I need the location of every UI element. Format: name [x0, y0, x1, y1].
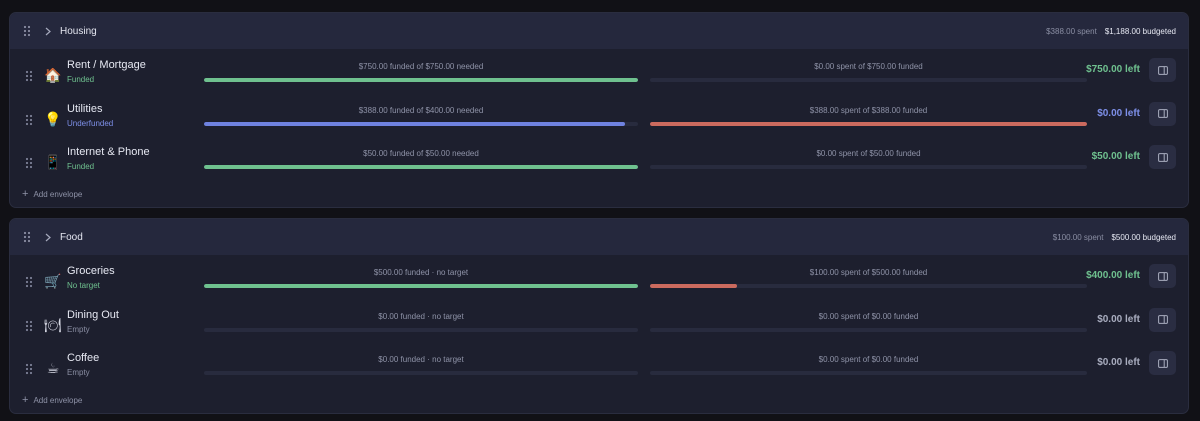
spent-progress-bar [650, 121, 1087, 126]
amount-left: $750.00 left [1086, 64, 1140, 75]
panel-icon [1157, 109, 1168, 118]
group-spent-total: $100.00 spent [1052, 232, 1104, 242]
add-envelope-label: Add envelope [33, 395, 83, 405]
funded-label: $0.00 funded · no target [378, 355, 464, 365]
shopping-cart-icon: 🛒 [44, 273, 62, 289]
envelope-status: No target [67, 281, 100, 290]
spent-label: $0.00 spent of $0.00 funded [818, 355, 919, 365]
envelope-name[interactable]: Groceries [67, 265, 115, 277]
envelope-row[interactable]: 🛒 Groceries No target $500.00 funded · n… [10, 261, 1188, 305]
funded-progress-bar [204, 78, 638, 82]
plus-icon: + [22, 394, 29, 406]
lightbulb-icon: 💡 [44, 110, 62, 127]
funded-progress-fill [204, 121, 625, 126]
funded-progress-fill [204, 78, 638, 82]
group-budgeted-total: $500.00 budgeted [1111, 232, 1176, 242]
drag-handle-icon[interactable] [25, 70, 35, 82]
envelope-name[interactable]: Rent / Mortgage [67, 59, 146, 71]
spent-progress-bar [650, 78, 1087, 82]
chevron-right-icon[interactable] [45, 232, 53, 242]
plus-icon: + [22, 188, 29, 200]
panel-icon [1157, 271, 1168, 281]
funded-label: $0.00 funded · no target [378, 311, 464, 321]
open-panel-button[interactable] [1149, 101, 1176, 126]
funded-progress-bar [204, 371, 638, 376]
funded-progress-bar [204, 121, 638, 126]
spent-progress-bar [650, 327, 1087, 332]
amount-left: $0.00 left [1097, 313, 1140, 325]
open-panel-button[interactable] [1149, 145, 1176, 170]
panel-icon [1157, 152, 1168, 162]
drag-handle-icon[interactable] [25, 320, 35, 332]
spent-label: $0.00 spent of $50.00 funded [816, 149, 921, 159]
open-panel-button[interactable] [1149, 58, 1176, 82]
funded-progress-bar [204, 165, 638, 170]
spent-label: $388.00 spent of $388.00 funded [809, 105, 928, 115]
spent-label: $0.00 spent of $0.00 funded [818, 311, 919, 321]
envelope-row[interactable]: 📱 Internet & Phone Funded $50.00 funded … [10, 142, 1188, 186]
funded-progress-fill [204, 284, 638, 288]
panel-icon [1157, 358, 1168, 368]
group-header[interactable]: Housing $388.00 spent $1,188.00 budgeted [10, 13, 1188, 49]
funded-label: $750.00 funded of $750.00 needed [358, 62, 484, 71]
chevron-right-icon[interactable] [45, 26, 53, 36]
spent-progress-fill [650, 284, 738, 288]
funded-label: $50.00 funded of $50.00 needed [363, 149, 479, 159]
envelope-name[interactable]: Internet & Phone [67, 146, 150, 158]
funded-label: $388.00 funded of $400.00 needed [358, 105, 484, 115]
add-envelope-label: Add envelope [33, 189, 83, 199]
envelope-name[interactable]: Dining Out [67, 309, 119, 321]
group-spent-total: $388.00 spent [1046, 26, 1097, 36]
open-panel-button[interactable] [1149, 307, 1176, 332]
house-icon: 🏠 [44, 67, 62, 83]
funded-progress-bar [204, 327, 638, 332]
envelope-status: Funded [67, 162, 95, 172]
phone-icon: 📱 [44, 154, 62, 171]
group-header[interactable]: Food $100.00 spent $500.00 budgeted [10, 219, 1188, 255]
add-envelope-button[interactable]: + Add envelope [22, 394, 82, 406]
group-title: Housing [60, 25, 97, 37]
envelope-row[interactable]: 💡 Utilities Underfunded $388.00 funded o… [10, 99, 1188, 143]
amount-left: $0.00 left [1097, 357, 1140, 369]
envelope-row[interactable]: 🍽 Dining Out Empty $0.00 funded · no tar… [10, 305, 1188, 349]
open-panel-button[interactable] [1149, 264, 1176, 288]
open-panel-button[interactable] [1149, 351, 1176, 376]
envelope-row[interactable]: 🏠 Rent / Mortgage Funded $750.00 funded … [10, 55, 1188, 99]
envelope-group-food: Food $100.00 spent $500.00 budgeted 🛒 Gr… [9, 218, 1189, 414]
panel-icon [1157, 315, 1168, 324]
envelope-status: Empty [67, 368, 90, 378]
amount-left: $400.00 left [1086, 270, 1140, 281]
envelope-status: Empty [67, 324, 90, 334]
spent-progress-fill [650, 121, 1087, 126]
amount-left: $0.00 left [1097, 107, 1140, 119]
plate-icon: 🍽 [44, 316, 62, 333]
envelope-status: Funded [67, 75, 95, 84]
group-budgeted-total: $1,188.00 budgeted [1104, 26, 1176, 36]
funded-progress-bar [204, 284, 638, 288]
amount-left: $50.00 left [1091, 151, 1140, 163]
spent-progress-bar [650, 371, 1087, 376]
envelope-row[interactable]: ☕ Coffee Empty $0.00 funded · no target … [10, 348, 1188, 392]
funded-label: $500.00 funded · no target [373, 268, 469, 277]
coffee-icon: ☕ [46, 360, 60, 377]
group-title: Food [60, 231, 83, 243]
drag-handle-icon[interactable] [25, 157, 35, 169]
drag-handle-icon[interactable] [25, 276, 35, 288]
spent-progress-bar [650, 284, 1087, 288]
envelope-group-housing: Housing $388.00 spent $1,188.00 budgeted… [9, 12, 1189, 208]
envelope-name[interactable]: Utilities [67, 103, 102, 115]
spent-label: $100.00 spent of $500.00 funded [809, 268, 928, 277]
spent-label: $0.00 spent of $750.00 funded [814, 62, 923, 71]
drag-handle-icon[interactable] [25, 114, 35, 126]
drag-handle-icon[interactable] [23, 25, 33, 37]
drag-handle-icon[interactable] [25, 363, 35, 375]
spent-progress-bar [650, 165, 1087, 170]
drag-handle-icon[interactable] [23, 231, 33, 243]
envelope-name[interactable]: Coffee [67, 352, 99, 364]
add-envelope-button[interactable]: + Add envelope [22, 188, 82, 200]
panel-icon [1157, 65, 1168, 75]
funded-progress-fill [204, 165, 638, 170]
envelope-status: Underfunded [67, 118, 114, 128]
